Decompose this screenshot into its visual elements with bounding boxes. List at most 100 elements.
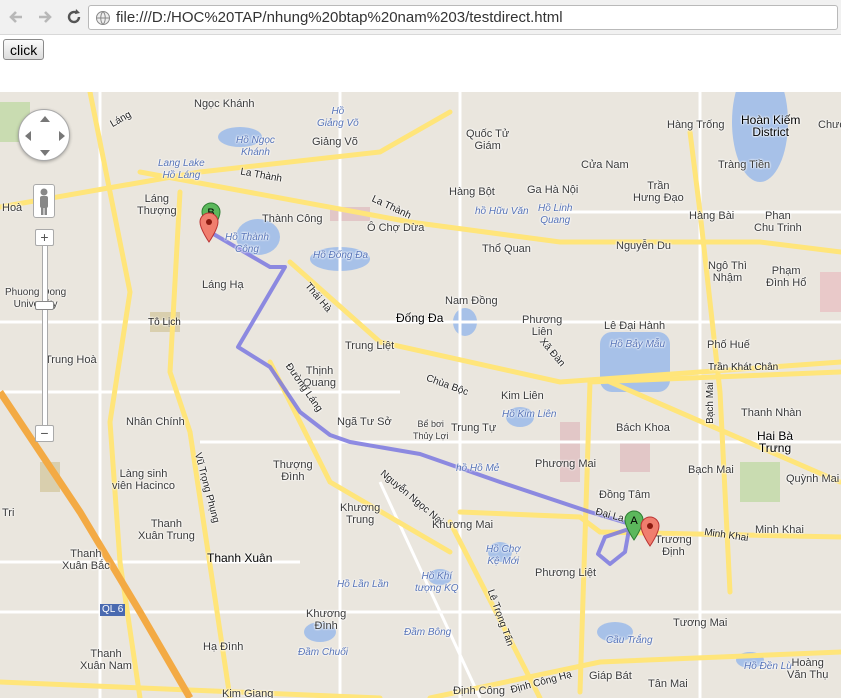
map-label: Hồ Giảng Võ <box>317 106 359 129</box>
map-label: Kim Liên <box>501 390 544 402</box>
map-label: Đống Đa <box>396 311 444 325</box>
map-label: Ngọc Khánh <box>194 98 255 110</box>
map-label: Quỳnh Mai <box>786 473 840 485</box>
address-bar[interactable]: file:///D:/HOC%20TAP/nhung%20btap%20nam%… <box>88 5 838 30</box>
map-label: Ga Hà Nội <box>527 184 579 196</box>
map-label: Ngã Tư Sở <box>337 416 392 428</box>
map-label: Giảng Võ <box>312 136 358 148</box>
map-label: Tương Mai <box>673 617 728 629</box>
marker-start[interactable] <box>640 516 660 548</box>
map-label: Thổ Quan <box>482 243 531 255</box>
url-text[interactable]: file:///D:/HOC%20TAP/nhung%20btap%20nam%… <box>116 9 563 26</box>
map-label: Nhân Chính <box>126 416 185 428</box>
map-label: Hồ Lần Lần <box>337 579 389 590</box>
zoom-slider-track[interactable] <box>42 239 48 431</box>
map-label: Làng sinh viên Hacinco <box>112 468 175 492</box>
map-label: Tri <box>2 507 15 519</box>
map-label: hồ Hồ Mẻ <box>456 463 500 474</box>
map-label: Phố Huế <box>707 339 750 351</box>
arrow-right-icon <box>39 11 52 23</box>
map-label: Hồ Chợ Kệ Mới <box>486 544 521 567</box>
zoom-in-button[interactable]: + <box>35 229 54 246</box>
map-label: Hồ Đền Lừ <box>744 661 793 672</box>
map-label: Bạch Mai <box>704 382 716 424</box>
map-label: Trung Liệt <box>345 340 395 352</box>
map-label: Phương Liên <box>522 314 563 338</box>
forward-button[interactable] <box>32 4 58 30</box>
click-button[interactable]: click <box>3 39 45 60</box>
map-label: Khương Mai <box>432 519 494 531</box>
highway-shield: QL 6 <box>100 604 126 616</box>
map-label: Thanh Xuân Trung <box>138 518 195 542</box>
street-view-pegman[interactable] <box>33 184 55 218</box>
map-label: Kim Giang <box>222 688 274 698</box>
map-label: Thanh Nhàn <box>741 407 802 419</box>
map-label: Phương Liệt <box>535 567 597 579</box>
back-button[interactable] <box>3 4 29 30</box>
pan-control[interactable] <box>18 109 70 161</box>
map-label: Quốc Tử Giám <box>466 128 510 152</box>
map-label: Phương Mai <box>535 458 597 470</box>
map-label: Hồ Linh Quang <box>538 203 573 226</box>
map-label: Ngô Thì Nhậm <box>708 260 747 284</box>
map-label: Nguyễn Du <box>616 240 672 252</box>
map-label: Ô Chợ Dừa <box>367 222 425 234</box>
map-label: Hồ Kim Liên <box>502 409 557 420</box>
reload-icon <box>67 9 81 24</box>
map-label: Trung Tự <box>451 422 497 434</box>
map-label: Trần Khát Chân <box>708 362 779 373</box>
map-label: Phan Chu Trinh <box>754 210 802 234</box>
map-label: Trung Hoà <box>45 354 97 366</box>
map-label: Hai Bà Trưng <box>757 429 794 455</box>
map-label: Tràng Tiền <box>718 159 771 171</box>
map-label: Đồng Tâm <box>599 489 651 501</box>
map-label: Hồ Khí tượng KQ <box>415 571 459 594</box>
map-label: Hạ Đình <box>203 641 244 653</box>
map-label: Bể bơi Thủy Lợi <box>413 419 449 441</box>
map-label: hồ Hữu Văn <box>475 206 529 217</box>
map-label: Hoàn Kiếm District <box>741 113 801 139</box>
globe-icon <box>96 10 110 25</box>
map-label: Hồ Bảy Mẫu <box>610 339 666 350</box>
map-label: Láng Hạ <box>202 279 244 291</box>
map-label: Trần Hưng Đạo <box>633 180 684 204</box>
map-label: Bách Khoa <box>616 422 670 434</box>
map-label: Hàng Trống <box>667 119 725 131</box>
map-label: Thành Công <box>262 213 323 225</box>
reload-button[interactable] <box>61 4 87 30</box>
arrow-left-icon <box>9 11 22 23</box>
map-label: Hoà <box>2 202 23 214</box>
svg-text:A: A <box>630 515 638 527</box>
map-canvas[interactable]: Ngọc Khánh Hồ Giảng Võ Giảng Võ Quốc Tử … <box>0 92 841 698</box>
map-label: Trương Định <box>655 534 692 558</box>
page-icon <box>92 7 114 29</box>
map-label: Đầm Bông <box>404 627 452 638</box>
map-label: Giáp Bát <box>589 670 632 682</box>
map-label: Thượng Đình <box>273 459 313 483</box>
map-label: Bạch Mai <box>688 464 734 476</box>
map-label: Chươ <box>818 119 841 131</box>
zoom-slider-handle[interactable] <box>35 301 54 310</box>
map-label: Hàng Bài <box>689 210 735 222</box>
map-label: Tân Mai <box>648 678 688 690</box>
map-label: Cửa Nam <box>581 159 629 171</box>
map-label: Thanh Xuân <box>207 551 273 565</box>
map-label: Định Công <box>453 685 505 697</box>
map-label: Lang Lake Hồ Láng <box>158 158 205 181</box>
map-label: Khương Đình <box>306 608 347 632</box>
map-label: Minh Khai <box>755 524 804 536</box>
map-label: Thanh Xuân Bắc <box>62 548 110 572</box>
map-label: Hồ Đống Đa <box>313 250 369 261</box>
pegman-icon <box>40 188 48 215</box>
map-label: Tô Lịch <box>148 317 181 328</box>
browser-toolbar: file:///D:/HOC%20TAP/nhung%20btap%20nam%… <box>0 0 841 35</box>
zoom-out-button[interactable]: − <box>35 425 54 442</box>
map-label: Thanh Xuân Nam <box>80 648 132 672</box>
map-label: Phạm Đình Hổ <box>766 265 807 289</box>
map-label: Nam Đồng <box>445 295 498 307</box>
map-label: Đầm Chuối <box>298 647 349 658</box>
marker-end[interactable] <box>199 212 219 244</box>
map-label: Hồ Thành Công <box>225 232 269 255</box>
map-label: Hồ Ngọc Khánh <box>236 135 275 158</box>
map-label: Lê Đại Hành <box>604 320 666 332</box>
